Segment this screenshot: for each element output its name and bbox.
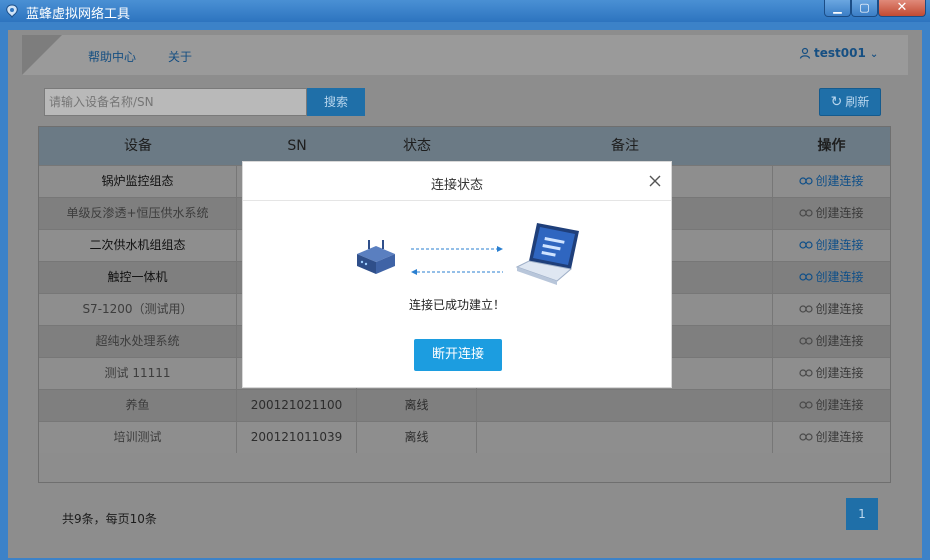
cell-device: 锅炉监控组态 [39, 166, 237, 197]
create-connection-link[interactable]: 创建连接 [773, 262, 890, 293]
search-input[interactable] [44, 88, 307, 116]
create-connection-link[interactable]: 创建连接 [773, 390, 890, 421]
refresh-icon: ↻ [830, 94, 843, 110]
create-connection-link[interactable]: 创建连接 [773, 294, 890, 325]
create-connection-link[interactable]: 创建连接 [773, 422, 890, 453]
close-icon[interactable] [647, 173, 663, 189]
cell-sn: 200121021100 [237, 390, 357, 421]
create-connection-link[interactable]: 创建连接 [773, 198, 890, 229]
link-icon [799, 369, 814, 377]
cell-device: 培训测试 [39, 422, 237, 453]
cell-remark [477, 390, 773, 421]
create-connection-label: 创建连接 [815, 430, 864, 444]
create-connection-link[interactable]: 创建连接 [773, 166, 890, 197]
laptop-icon [515, 223, 579, 285]
column-header-status: 状态 [403, 138, 431, 154]
cell-device: 养鱼 [39, 390, 237, 421]
user-name: test001 [814, 46, 866, 60]
close-window-button[interactable]: ✕ [878, 0, 926, 17]
create-connection-label: 创建连接 [815, 174, 864, 188]
link-icon [799, 177, 814, 185]
create-connection-link[interactable]: 创建连接 [773, 230, 890, 261]
link-icon [799, 433, 814, 441]
user-icon [799, 47, 811, 59]
refresh-button[interactable]: ↻ 刷新 [819, 88, 881, 116]
link-icon [799, 401, 814, 409]
column-header-sn: SN [287, 138, 307, 154]
column-header-remark: 备注 [611, 138, 639, 154]
dialog-header: 连接状态 [243, 162, 671, 201]
create-connection-label: 创建连接 [815, 302, 864, 316]
app-logo-icon [6, 4, 18, 19]
link-icon [799, 273, 814, 281]
cell-device: 超纯水处理系统 [39, 326, 237, 357]
cell-device: 二次供水机组组态 [39, 230, 237, 261]
minimize-button[interactable]: ▁ [824, 0, 851, 17]
chevron-down-icon: ⌄ [869, 49, 879, 60]
dialog-body: 连接已成功建立！ 断开连接 [243, 202, 671, 387]
cell-sn: 200121011039 [237, 422, 357, 453]
header-corner-decoration [22, 35, 62, 75]
cell-status: 离线 [357, 390, 477, 421]
dialog-title: 连接状态 [430, 178, 483, 193]
pagination-summary: 共9条，每页10条 [62, 512, 157, 526]
window-titlebar: 蓝蜂虚拟网络工具 ▁ ▢ ✕ [0, 0, 930, 22]
create-connection-label: 创建连接 [815, 270, 864, 284]
table-row: 培训测试 200121011039 离线 创建连接 [39, 421, 890, 453]
create-connection-label: 创建连接 [815, 206, 864, 220]
connection-success-message: 连接已成功建立！ [408, 298, 505, 312]
nav-about[interactable]: 关于 [168, 48, 192, 65]
connection-arrows-icon [411, 246, 503, 275]
gateway-device-icon [357, 240, 395, 274]
table-header: 设备 SN 状态 备注 操作 [39, 127, 890, 165]
link-icon [799, 305, 814, 313]
column-header-operation: 操作 [817, 138, 846, 154]
column-header-device: 设备 [124, 138, 152, 154]
create-connection-link[interactable]: 创建连接 [773, 326, 890, 357]
window-title: 蓝蜂虚拟网络工具 [26, 7, 131, 22]
cell-device: S7-1200（测试用） [39, 294, 237, 325]
cell-device: 测试 11111 [39, 358, 237, 389]
create-connection-label: 创建连接 [815, 398, 864, 412]
refresh-label: 刷新 [845, 95, 870, 109]
cell-remark [477, 422, 773, 453]
create-connection-label: 创建连接 [815, 238, 864, 252]
page-number-button[interactable]: 1 [846, 498, 878, 530]
link-icon [799, 337, 814, 345]
disconnect-button[interactable]: 断开连接 [414, 339, 502, 371]
cell-status: 离线 [357, 422, 477, 453]
search-button[interactable]: 搜索 [307, 88, 365, 116]
create-connection-link[interactable]: 创建连接 [773, 358, 890, 389]
link-icon [799, 209, 814, 217]
top-header: 帮助中心 关于 test001 ⌄ [22, 35, 908, 75]
maximize-button[interactable]: ▢ [851, 0, 878, 17]
table-row: 养鱼 200121021100 离线 创建连接 [39, 389, 890, 421]
cell-device: 触控一体机 [39, 262, 237, 293]
user-menu[interactable]: test001 ⌄ [799, 46, 878, 60]
create-connection-label: 创建连接 [815, 366, 864, 380]
create-connection-label: 创建连接 [815, 334, 864, 348]
cell-device: 单级反渗透+恒压供水系统 [39, 198, 237, 229]
link-icon [799, 241, 814, 249]
connection-status-dialog: 连接状态 连接已成功建立！ 断开连接 [242, 161, 672, 388]
nav-help-center[interactable]: 帮助中心 [88, 48, 136, 65]
